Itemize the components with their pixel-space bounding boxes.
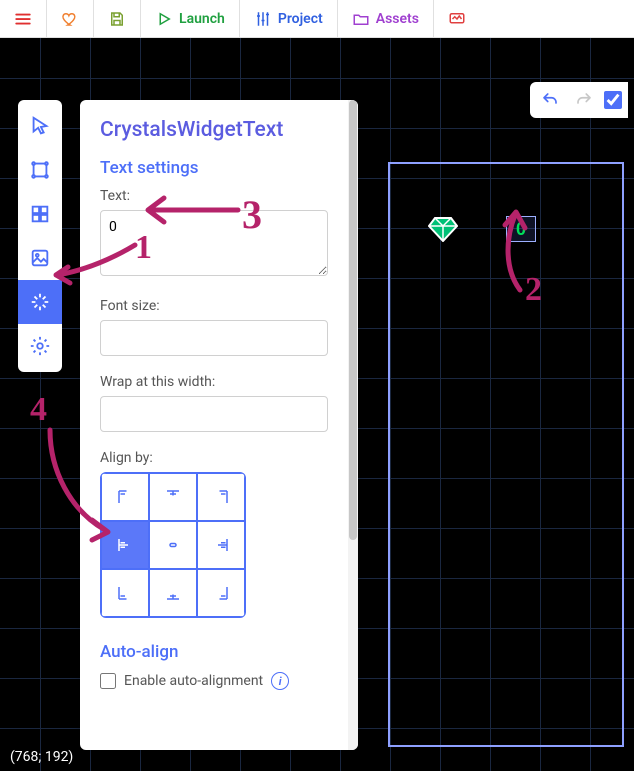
launch-button[interactable]: Launch (141, 0, 240, 38)
label-text: Text: (100, 188, 328, 204)
grid-icon (29, 203, 51, 225)
favorite-button[interactable] (47, 0, 94, 38)
tool-frame[interactable] (18, 148, 62, 192)
tool-grid[interactable] (18, 192, 62, 236)
project-button[interactable]: Project (240, 0, 338, 38)
hamburger-icon (14, 10, 32, 28)
wrap-input[interactable] (100, 396, 328, 432)
section-autoalign: Auto-align (100, 642, 328, 662)
label-align: Align by: (100, 450, 328, 466)
assets-label: Assets (376, 11, 419, 27)
overflow-button[interactable] (434, 0, 480, 38)
launch-label: Launch (179, 11, 225, 27)
canvas-floating-controls (530, 82, 628, 118)
align-bottom-left[interactable] (101, 569, 149, 617)
tool-effects[interactable] (18, 280, 62, 324)
inspector-panel: CrystalsWidgetText Text settings Text: F… (80, 100, 358, 750)
project-label: Project (278, 11, 323, 27)
snap-checkbox[interactable] (604, 91, 622, 109)
autoalign-checkbox[interactable] (100, 673, 116, 689)
align-top-center[interactable] (149, 473, 197, 521)
text-widget-selected[interactable]: 0 (506, 216, 536, 242)
canvas-area[interactable]: CrystalsWidgetText Text settings Text: F… (0, 38, 634, 771)
play-icon (155, 10, 173, 28)
sliders-icon (254, 10, 272, 28)
align-middle-right[interactable] (197, 521, 245, 569)
tool-strip (18, 100, 62, 372)
tool-select[interactable] (18, 104, 62, 148)
align-grid (100, 472, 246, 618)
info-icon[interactable]: i (271, 672, 289, 690)
redo-icon (575, 91, 593, 109)
align-middle-left[interactable] (101, 521, 149, 569)
scrollbar-thumb[interactable] (349, 100, 357, 540)
sparkle-cursor-icon (29, 291, 51, 313)
gear-icon (29, 335, 51, 357)
autoalign-label: Enable auto-alignment (124, 673, 263, 689)
align-middle-center[interactable] (149, 521, 197, 569)
top-toolbar: Launch Project Assets (0, 0, 634, 38)
image-icon (29, 247, 51, 269)
label-fontsize: Font size: (100, 298, 328, 314)
fontsize-input[interactable] (100, 320, 328, 356)
tool-settings[interactable] (18, 324, 62, 368)
cursor-coords: (768; 192) (10, 749, 73, 765)
panel-title: CrystalsWidgetText (100, 118, 328, 142)
align-bottom-right[interactable] (197, 569, 245, 617)
canvas-room-frame[interactable] (388, 162, 624, 747)
label-wrap: Wrap at this width: (100, 374, 328, 390)
display-icon (448, 10, 466, 28)
assets-button[interactable]: Assets (338, 0, 434, 38)
section-text-settings: Text settings (100, 158, 328, 178)
redo-button[interactable] (570, 86, 598, 114)
inspector-scrollbar[interactable] (348, 100, 358, 750)
align-bottom-center[interactable] (149, 569, 197, 617)
cursor-icon (29, 115, 51, 137)
gem-sprite[interactable] (428, 216, 458, 242)
tool-image[interactable] (18, 236, 62, 280)
save-button[interactable] (94, 0, 141, 38)
heart-icon (61, 10, 79, 28)
folder-icon (352, 10, 370, 28)
text-input[interactable] (100, 210, 328, 276)
frame-icon (29, 159, 51, 181)
save-icon (108, 10, 126, 28)
align-top-left[interactable] (101, 473, 149, 521)
undo-button[interactable] (536, 86, 564, 114)
align-top-right[interactable] (197, 473, 245, 521)
menu-button[interactable] (0, 0, 47, 38)
undo-icon (541, 91, 559, 109)
